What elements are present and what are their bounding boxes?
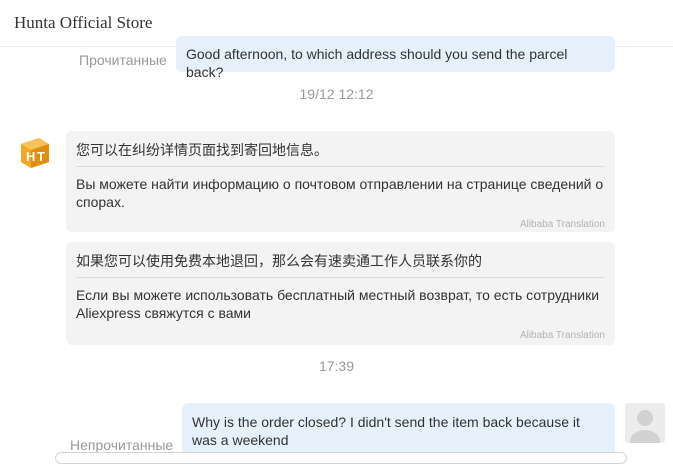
- unread-status-label: Непрочитанные: [70, 437, 174, 453]
- outgoing-message-bubble[interactable]: Why is the order closed? I didn't send t…: [182, 403, 615, 456]
- store-name[interactable]: Hunta Official Store: [14, 13, 152, 33]
- message-text: Why is the order closed? I didn't send t…: [192, 414, 580, 448]
- svg-text:T: T: [37, 149, 45, 164]
- translated-text: Если вы можете использовать бесплатный м…: [76, 287, 600, 321]
- incoming-message-bubble[interactable]: 如果您可以使用免费本地退回，那么会有速卖通工作人员联系你的 Если вы мо…: [66, 242, 615, 345]
- read-status-label: Прочитанные: [79, 52, 167, 68]
- translated-text: Вы можете найти информацию о почтовом от…: [76, 176, 604, 210]
- store-logo-icon[interactable]: H T: [17, 134, 53, 170]
- svg-text:H: H: [26, 149, 35, 164]
- timestamp: 19/12 12:12: [299, 86, 374, 102]
- translation-source-label: Alibaba Translation: [519, 219, 605, 230]
- outgoing-message-bubble[interactable]: Good afternoon, to which address should …: [176, 36, 615, 80]
- user-avatar-icon[interactable]: [625, 403, 665, 443]
- incoming-message-bubble[interactable]: 您可以在纠纷详情页面找到寄回地信息。 Вы можете найти инфор…: [66, 131, 615, 232]
- translation-source-label: Alibaba Translation: [519, 330, 605, 341]
- timestamp: 17:39: [318, 358, 355, 374]
- original-text: 如果您可以使用免费本地退回，那么会有速卖通工作人员联系你的: [76, 252, 605, 278]
- message-input[interactable]: [55, 452, 627, 464]
- message-text: Good afternoon, to which address should …: [186, 46, 568, 80]
- original-text: 您可以在纠纷详情页面找到寄回地信息。: [76, 141, 605, 167]
